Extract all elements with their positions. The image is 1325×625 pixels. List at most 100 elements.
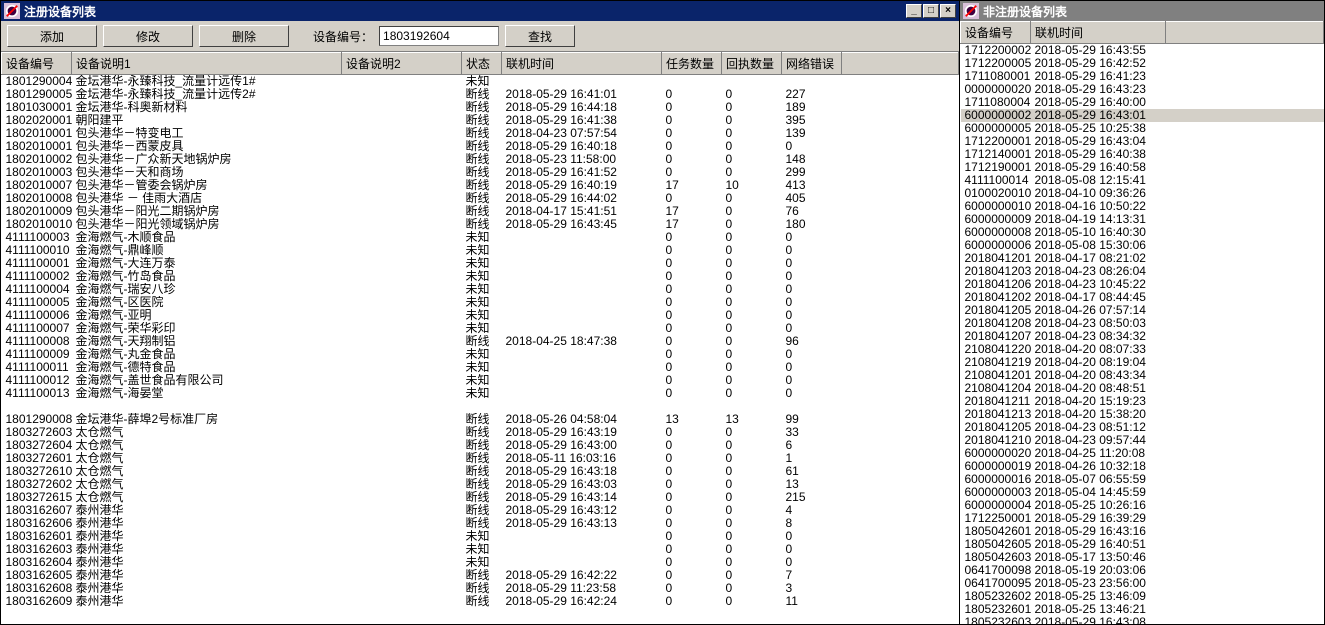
table-row[interactable]: 18050426012018-05-29 16:43:16: [961, 525, 1324, 538]
table-row[interactable]: 1803162609泰州港华断线2018-05-29 16:42:240011: [2, 595, 959, 608]
table-row[interactable]: [2, 400, 959, 413]
table-row[interactable]: 1803162603泰州港华未知000: [2, 543, 959, 556]
table-row[interactable]: 1803162605泰州港华断线2018-05-29 16:42:22007: [2, 569, 959, 582]
table-row[interactable]: 1802010010包头港华－阳光领域锅炉房断线2018-05-29 16:43…: [2, 218, 959, 231]
table-row[interactable]: 4111100001金海燃气-大连万泰未知000: [2, 257, 959, 270]
table-row[interactable]: 60000000052018-05-25 10:25:38: [961, 122, 1324, 135]
table-row[interactable]: 60000000162018-05-07 06:55:59: [961, 473, 1324, 486]
table-row[interactable]: 4111100011金海燃气-德特食品未知000: [2, 361, 959, 374]
table-row[interactable]: 18050426052018-05-29 16:40:51: [961, 538, 1324, 551]
table-row[interactable]: 60000000042018-05-25 10:26:16: [961, 499, 1324, 512]
table-row[interactable]: 1802010009包头港华－阳光二期锅炉房断线2018-04-17 15:41…: [2, 205, 959, 218]
table-row[interactable]: 20180412082018-04-23 08:50:03: [961, 317, 1324, 330]
table-row[interactable]: 20180412102018-04-23 09:57:44: [961, 434, 1324, 447]
table-row[interactable]: 60000000022018-05-29 16:43:01: [961, 109, 1324, 122]
col-conn-time[interactable]: 联机时间: [502, 53, 662, 75]
table-row[interactable]: 1803162604泰州港华未知000: [2, 556, 959, 569]
table-row[interactable]: 1803162606泰州港华断线2018-05-29 16:43:13008: [2, 517, 959, 530]
table-row[interactable]: 4111100010金海燃气-鼎峰顺未知000: [2, 244, 959, 257]
table-row[interactable]: 1803162608泰州港华断线2018-05-29 11:23:58003: [2, 582, 959, 595]
table-row[interactable]: 17122500012018-05-29 16:39:29: [961, 512, 1324, 525]
table-row[interactable]: 1802010001包头港华－西蒙皮具断线2018-05-29 16:40:18…: [2, 140, 959, 153]
table-row[interactable]: 60000000032018-05-04 14:45:59: [961, 486, 1324, 499]
table-row[interactable]: 21080412202018-04-20 08:07:33: [961, 343, 1324, 356]
table-row[interactable]: 60000000062018-05-08 15:30:06: [961, 239, 1324, 252]
col-recv-num[interactable]: 回执数量: [722, 53, 782, 75]
table-row[interactable]: 20180412112018-04-20 15:19:23: [961, 395, 1324, 408]
table-row[interactable]: 1801290008金坛港华-薛埠2号标准厂房断线2018-05-26 04:5…: [2, 413, 959, 426]
table-row[interactable]: 17122000022018-05-29 16:43:55: [961, 44, 1324, 58]
table-row[interactable]: 20180412022018-04-17 08:44:45: [961, 291, 1324, 304]
table-row[interactable]: 18050426032018-05-17 13:50:46: [961, 551, 1324, 564]
table-row[interactable]: 00000000202018-05-29 16:43:23: [961, 83, 1324, 96]
table-row[interactable]: 1803272604太仓燃气断线2018-05-29 16:43:00006: [2, 439, 959, 452]
table-row[interactable]: 20180412052018-04-26 07:57:14: [961, 304, 1324, 317]
col-desc2[interactable]: 设备说明2: [342, 53, 462, 75]
table-row[interactable]: 1803272615太仓燃气断线2018-05-29 16:43:1400215: [2, 491, 959, 504]
table-row[interactable]: 4111100004金海燃气-瑞安八珍未知000: [2, 283, 959, 296]
table-row[interactable]: 1803162601泰州港华未知000: [2, 530, 959, 543]
table-row[interactable]: 1802010001包头港华－特变电工断线2018-04-23 07:57:54…: [2, 127, 959, 140]
add-button[interactable]: 添加: [7, 25, 97, 47]
table-row[interactable]: 60000000102018-04-16 10:50:22: [961, 200, 1324, 213]
table-row[interactable]: 1802010003包头港华－天和商场断线2018-05-29 16:41:52…: [2, 166, 959, 179]
table-row[interactable]: 1802020001朝阳建平断线2018-05-29 16:41:3800395: [2, 114, 959, 127]
table-row[interactable]: 17110800012018-05-29 16:41:23: [961, 70, 1324, 83]
table-row[interactable]: 20180412012018-04-17 08:21:02: [961, 252, 1324, 265]
table-row[interactable]: 06417000982018-05-19 20:03:06: [961, 564, 1324, 577]
table-row[interactable]: 17110800042018-05-29 16:40:00: [961, 96, 1324, 109]
col-net-err[interactable]: 网络错误: [782, 53, 842, 75]
device-id-input[interactable]: [379, 26, 499, 46]
side-col-id[interactable]: 设备编号: [961, 22, 1031, 44]
delete-button[interactable]: 删除: [199, 25, 289, 47]
table-row[interactable]: 1803272602太仓燃气断线2018-05-29 16:43:030013: [2, 478, 959, 491]
table-row[interactable]: 1802010002包头港华－广众新天地锅炉房断线2018-05-23 11:5…: [2, 153, 959, 166]
table-row[interactable]: 20180412032018-04-23 08:26:04: [961, 265, 1324, 278]
table-row[interactable]: 06417000952018-05-23 23:56:00: [961, 577, 1324, 590]
table-row[interactable]: 1803162607泰州港华断线2018-05-29 16:43:12004: [2, 504, 959, 517]
table-row[interactable]: 20180412072018-04-23 08:34:32: [961, 330, 1324, 343]
side-col-rest[interactable]: [1166, 22, 1324, 44]
table-row[interactable]: 18052326012018-05-25 13:46:21: [961, 603, 1324, 616]
side-col-time[interactable]: 联机时间: [1031, 22, 1166, 44]
table-row[interactable]: 1801030001金坛港华-科奥新材料断线2018-05-29 16:44:1…: [2, 101, 959, 114]
table-row[interactable]: 17121400012018-05-29 16:40:38: [961, 148, 1324, 161]
close-button[interactable]: ×: [940, 4, 956, 18]
table-row[interactable]: 01000200102018-04-10 09:36:26: [961, 187, 1324, 200]
edit-button[interactable]: 修改: [103, 25, 193, 47]
col-rest[interactable]: [842, 53, 959, 75]
main-table-scroll[interactable]: 设备编号 设备说明1 设备说明2 状态 联机时间 任务数量 回执数量 网络错误 …: [1, 52, 959, 624]
table-row[interactable]: 1802010007包头港华－管委会锅炉房断线2018-05-29 16:40:…: [2, 179, 959, 192]
table-row[interactable]: 20180412062018-04-23 10:45:22: [961, 278, 1324, 291]
table-row[interactable]: 17122000052018-05-29 16:42:52: [961, 57, 1324, 70]
col-task-num[interactable]: 任务数量: [662, 53, 722, 75]
table-row[interactable]: 60000000192018-04-26 10:32:18: [961, 460, 1324, 473]
table-row[interactable]: 17122000012018-05-29 16:43:04: [961, 135, 1324, 148]
col-id[interactable]: 设备编号: [2, 53, 72, 75]
table-row[interactable]: 21080412042018-04-20 08:48:51: [961, 382, 1324, 395]
col-status[interactable]: 状态: [462, 53, 502, 75]
table-row[interactable]: 18052326022018-05-25 13:46:09: [961, 590, 1324, 603]
table-row[interactable]: 20180412132018-04-20 15:38:20: [961, 408, 1324, 421]
table-row[interactable]: 4111100007金海燃气-荣华彩印未知000: [2, 322, 959, 335]
table-row[interactable]: 4111100012金海燃气-盖世食品有限公司未知000: [2, 374, 959, 387]
minimize-button[interactable]: _: [906, 4, 922, 18]
table-row[interactable]: 4111100003金海燃气-木顺食品未知000: [2, 231, 959, 244]
table-row[interactable]: 4111100009金海燃气-丸金食品未知000: [2, 348, 959, 361]
table-row[interactable]: 1803272610太仓燃气断线2018-05-29 16:43:180061: [2, 465, 959, 478]
table-row[interactable]: 1803272603太仓燃气断线2018-05-29 16:43:190033: [2, 426, 959, 439]
col-desc1[interactable]: 设备说明1: [72, 53, 342, 75]
table-row[interactable]: 60000000092018-04-19 14:13:31: [961, 213, 1324, 226]
table-row[interactable]: 21080412192018-04-20 08:19:04: [961, 356, 1324, 369]
table-row[interactable]: 4111100002金海燃气-竹岛食品未知000: [2, 270, 959, 283]
table-row[interactable]: 21080412012018-04-20 08:43:34: [961, 369, 1324, 382]
table-row[interactable]: 17121900012018-05-29 16:40:58: [961, 161, 1324, 174]
table-row[interactable]: 18052326032018-05-29 16:43:08: [961, 616, 1324, 624]
table-row[interactable]: 1802010008包头港华 － 佳雨大酒店断线2018-05-29 16:44…: [2, 192, 959, 205]
table-row[interactable]: 1801290005金坛港华-永臻科技_流量计远传2#断线2018-05-29 …: [2, 88, 959, 101]
table-row[interactable]: 4111100005金海燃气-区医院未知000: [2, 296, 959, 309]
table-row[interactable]: 1801290004金坛港华-永臻科技_流量计远传1#未知: [2, 75, 959, 89]
table-row[interactable]: 4111100006金海燃气-亚明未知000: [2, 309, 959, 322]
table-row[interactable]: 60000000202018-04-25 11:20:08: [961, 447, 1324, 460]
maximize-button[interactable]: □: [923, 4, 939, 18]
